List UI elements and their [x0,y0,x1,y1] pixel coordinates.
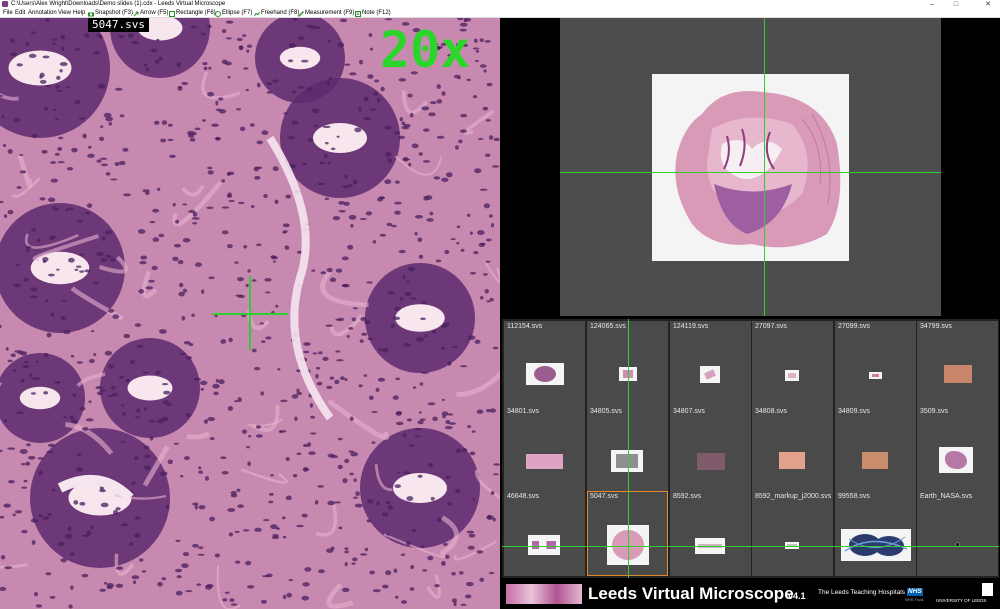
rectangle-tool-button[interactable]: Rectangle (F6) [169,9,216,18]
ellipse-tool-button[interactable]: Ellipse (F7) [215,9,252,18]
rectangle-tool-label: Rectangle (F6) [176,10,216,16]
app-name: Leeds Virtual Microscope [588,584,794,603]
app-icon [2,1,8,7]
viewer-crosshair-vertical [249,276,251,350]
rectangle-icon [169,10,175,17]
university-crest-icon [982,583,993,596]
nhs-trust-label: NHS Trust [905,597,924,602]
title-bar: C:\Users\Alex Wright\Downloads\Demo slid… [0,0,1000,9]
overview-slide-image [652,74,849,261]
overview-crosshair-vertical [764,18,765,316]
arrow-tool-button[interactable]: Arrow (F5) [133,9,168,18]
measurement-tool-label: Measurement (F9) [305,10,355,16]
thumbnail-27097[interactable]: 27097.svs [752,321,833,406]
note-tool-button[interactable]: Note (F12) [355,9,391,18]
overview-pane[interactable] [560,18,941,316]
window-title: C:\Users\Alex Wright\Downloads\Demo slid… [11,1,226,7]
snapshot-label: Snapshot (F3) [95,10,134,16]
ellipse-icon [215,10,221,17]
thumbnail-8592[interactable]: 8592.svs [670,491,751,576]
menu-file[interactable]: File [3,9,13,18]
thumbnail-34799[interactable]: 34799.svs [917,321,998,406]
arrow-tool-label: Arrow (F5) [140,10,169,16]
thumbnail-124119[interactable]: 124119.svs [670,321,751,406]
note-tool-label: Note (F12) [362,10,391,16]
menu-bar: File Edit Annotation View Help Snapshot … [0,9,1000,18]
measurement-tool-button[interactable]: Measurement (F9) [298,9,354,18]
slide-viewer[interactable]: 5047.svs 20x [0,18,500,609]
thumbnail-earth-nasa[interactable]: Earth_NASA.svs [917,491,998,576]
freehand-tool-label: Freehand (F8) [261,10,300,16]
overview-crosshair-horizontal [560,172,941,173]
menu-help[interactable]: Help [73,9,85,18]
slide-thumbnail-grid: 112154.svs 124065.svs 124119.svs 27097.s… [502,319,999,578]
gallery-crosshair-vertical [628,319,629,578]
snapshot-button[interactable]: Snapshot (F3) [88,9,133,18]
gallery-crosshair-horizontal [502,546,999,547]
freehand-tool-button[interactable]: Freehand (F8) [254,9,299,18]
nhs-logo: NHS [907,588,923,596]
thumbnail-99558[interactable]: 99558.svs [835,491,916,576]
ellipse-tool-label: Ellipse (F7) [222,10,253,16]
zoom-level-label: 20x [380,21,471,79]
thumbnail-27099[interactable]: 27099.svs [835,321,916,406]
freehand-icon [254,11,260,16]
trust-name: The Leeds Teaching Hospitals [818,589,905,596]
footer-banner: Leeds Virtual Microscope v4.1 The Leeds … [502,580,999,609]
banner-tissue-image [506,584,582,604]
menu-view[interactable]: View [58,9,71,18]
university-name: UNIVERSITY OF LEEDS [936,598,987,603]
menu-annotation[interactable]: Annotation [28,9,57,18]
thumbnail-8592-markup-j2000[interactable]: 8592_markup_j2000.svs [752,491,833,576]
camera-icon [88,12,94,16]
thumbnail-112154[interactable]: 112154.svs [504,321,585,406]
thumbnail-34808[interactable]: 34808.svs [752,406,833,491]
close-button[interactable]: ✕ [982,0,994,9]
thumbnail-34807[interactable]: 34807.svs [670,406,751,491]
maximize-button[interactable]: □ [950,0,962,9]
note-icon [355,10,361,17]
ruler-icon [298,10,304,17]
app-version: v4.1 [788,591,806,601]
thumbnail-46648[interactable]: 46648.svs [504,491,585,576]
arrow-icon [133,11,139,16]
thumbnail-34809[interactable]: 34809.svs [835,406,916,491]
menu-edit[interactable]: Edit [15,9,25,18]
slide-name-label: 5047.svs [88,18,149,32]
thumbnail-34801[interactable]: 34801.svs [504,406,585,491]
minimize-button[interactable]: – [926,0,938,9]
thumbnail-3509[interactable]: 3509.svs [917,406,998,491]
